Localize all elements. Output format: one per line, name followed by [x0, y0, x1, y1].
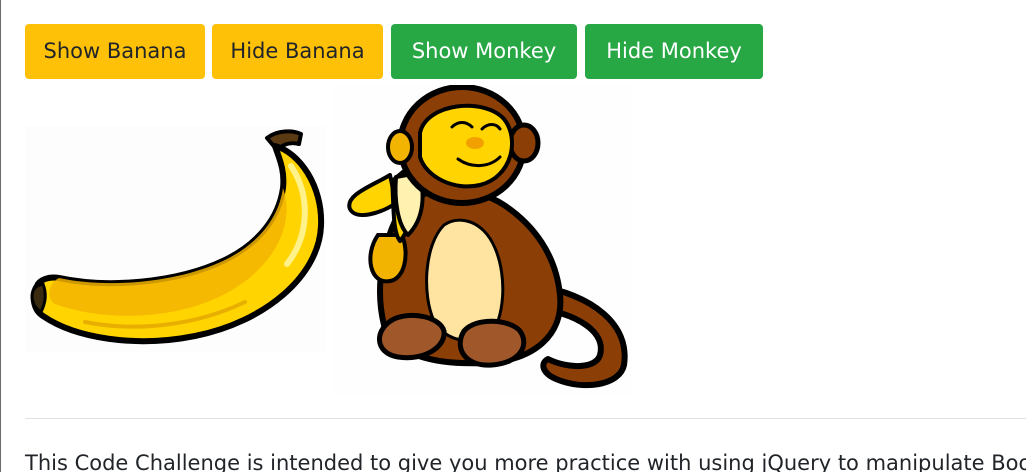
show-banana-button[interactable]: Show Banana: [25, 24, 205, 79]
hide-monkey-button[interactable]: Hide Monkey: [585, 24, 763, 79]
divider: [25, 418, 1026, 419]
monkey-image: [334, 84, 632, 395]
hide-banana-button[interactable]: Hide Banana: [212, 24, 383, 79]
banana-image: [25, 126, 325, 352]
show-monkey-button[interactable]: Show Monkey: [391, 24, 577, 79]
monkey-illustration: [347, 84, 628, 389]
banana-illustration: [30, 129, 325, 345]
intro-text: This Code Challenge is intended to give …: [25, 451, 1026, 472]
page: Show Banana Hide Banana Show Monkey Hide…: [0, 0, 1026, 472]
